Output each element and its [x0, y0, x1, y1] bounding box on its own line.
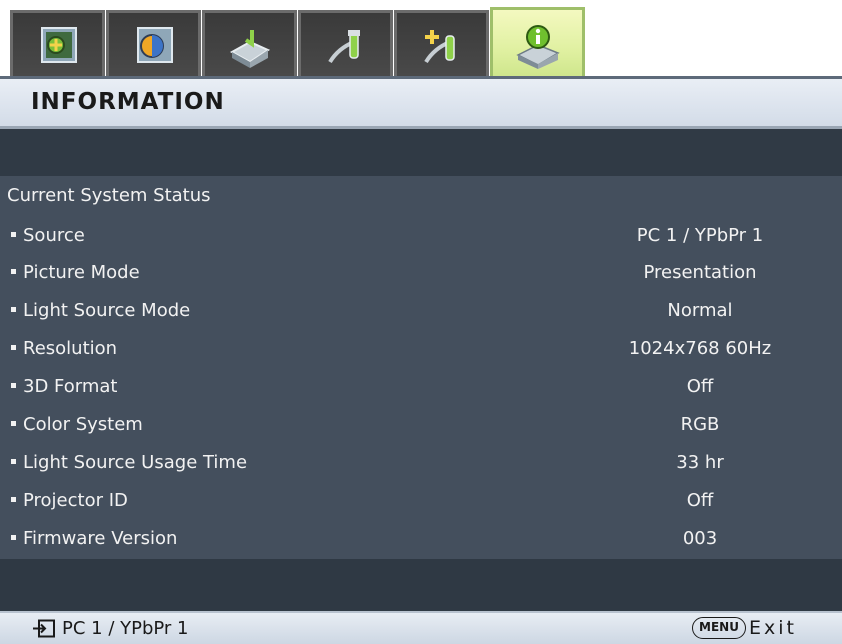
spacer-strip-top — [0, 129, 842, 176]
row-value: 1024x768 60Hz — [628, 338, 772, 359]
spacer-strip-bottom — [0, 559, 842, 611]
menu-tab-bar — [0, 0, 842, 79]
status-row-projector-id: Projector ID Off — [0, 483, 842, 521]
row-label: Resolution — [23, 338, 118, 359]
row-label: Picture Mode — [23, 262, 140, 283]
exit-hint[interactable]: Exit — [749, 617, 797, 639]
tab-advanced-picture[interactable] — [106, 10, 201, 79]
advanced-picture-icon — [136, 27, 173, 63]
bullet-icon — [11, 496, 16, 502]
row-label: 3D Format — [23, 376, 118, 397]
status-row-firmware-version: Firmware Version 003 — [0, 521, 842, 559]
status-row-light-source-mode: Light Source Mode Normal — [0, 293, 842, 331]
tab-picture[interactable] — [10, 10, 105, 79]
row-value: RGB — [680, 414, 720, 435]
tab-system-basic[interactable] — [298, 10, 393, 79]
status-row-picture-mode: Picture Mode Presentation — [0, 255, 842, 293]
row-label: Projector ID — [23, 490, 128, 511]
row-value: 33 hr — [676, 452, 724, 473]
row-value: Off — [686, 490, 714, 511]
status-row-light-source-usage-time: Light Source Usage Time 33 hr — [0, 445, 842, 483]
page-title: INFORMATION — [31, 89, 225, 115]
row-label: Firmware Version — [23, 528, 178, 549]
status-footer: PC 1 / YPbPr 1 MENU Exit — [0, 611, 842, 644]
picture-settings-icon — [40, 27, 77, 63]
bullet-icon — [11, 231, 16, 237]
bullet-icon — [11, 344, 16, 350]
row-label: Light Source Mode — [23, 300, 191, 321]
tab-system-advanced[interactable] — [394, 10, 489, 79]
status-row-source: Source PC 1 / YPbPr 1 — [0, 218, 842, 256]
bullet-icon — [11, 382, 16, 388]
bullet-icon — [11, 420, 16, 426]
status-row-resolution: Resolution 1024x768 60Hz — [0, 331, 842, 369]
page-header: INFORMATION — [0, 79, 842, 129]
display-settings-icon — [229, 30, 270, 68]
row-value: Off — [686, 376, 714, 397]
section-title: Current System Status — [7, 185, 211, 206]
row-value: PC 1 / YPbPr 1 — [636, 225, 764, 246]
menu-key-icon: MENU — [692, 617, 746, 639]
bullet-icon — [11, 534, 16, 540]
current-source-label: PC 1 / YPbPr 1 — [62, 618, 189, 639]
row-value: Presentation — [643, 262, 757, 283]
bullet-icon — [11, 306, 16, 312]
row-label: Color System — [23, 414, 143, 435]
status-row-3d-format: 3D Format Off — [0, 369, 842, 407]
row-label: Source — [23, 225, 85, 246]
bullet-icon — [11, 458, 16, 464]
row-value: 003 — [682, 528, 718, 549]
input-source-icon — [33, 619, 55, 638]
bullet-icon — [11, 268, 16, 274]
tab-information[interactable] — [490, 7, 585, 79]
system-setup-advanced-icon — [423, 30, 455, 64]
status-row-color-system: Color System RGB — [0, 407, 842, 445]
tab-display[interactable] — [202, 10, 297, 79]
row-label: Light Source Usage Time — [23, 452, 248, 473]
status-panel: Current System Status Source PC 1 / YPbP… — [0, 176, 842, 559]
system-setup-basic-icon — [327, 30, 360, 64]
information-icon — [515, 24, 560, 69]
row-value: Normal — [667, 300, 733, 321]
